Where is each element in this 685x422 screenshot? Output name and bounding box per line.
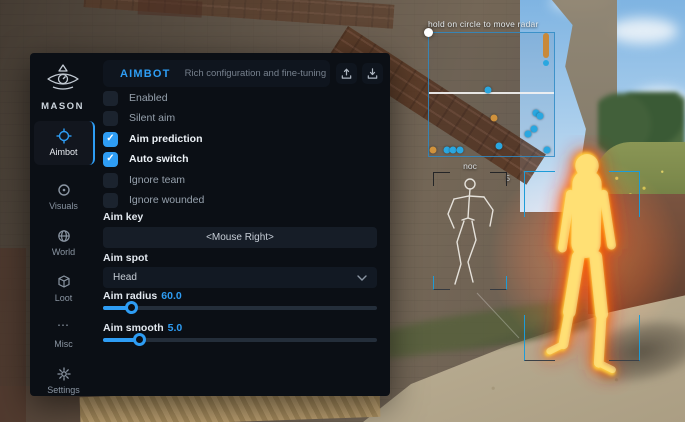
brand-name: MASON [30,101,95,112]
export-config-button[interactable] [336,63,357,84]
aim-key-label: Aim key [103,211,143,223]
slider-track[interactable] [103,338,377,342]
radar-dot [485,87,492,94]
checkbox[interactable]: ✓ [103,193,118,208]
sidebar-item-label: World [52,247,75,257]
download-icon [366,67,379,80]
sidebar-item-label: Loot [55,293,73,303]
checkbox-label: Silent aim [129,112,175,124]
eye-icon [34,182,93,199]
sidebar-item-label: Settings [47,385,80,395]
aim-key-bind-button[interactable]: <Mouse Right> [103,227,377,248]
sidebar-item-visuals[interactable]: Visuals [34,175,93,219]
radar-dot [430,147,437,154]
aim-smooth-label: Aim smooth [103,322,164,334]
aim-radius-slider-group: Aim radius60.0 [103,290,377,320]
esp-corner [524,171,555,217]
checkbox-silent-aim[interactable]: ✓ Silent aim [103,110,175,126]
check-icon: ✓ [106,134,114,144]
import-config-button[interactable] [362,63,383,84]
slider-thumb[interactable] [125,301,138,314]
aim-smooth-slider-group: Aim smooth 5.0 [103,322,377,352]
radar-dot [491,115,498,122]
sidebar-item-label: Misc [54,339,73,349]
checkbox-label: Auto switch [129,153,189,165]
section-title: AIMBOT [120,68,171,80]
checkbox-ignore-team[interactable]: ✓ Ignore team [103,172,185,188]
aim-spot-select[interactable]: Head [103,267,377,288]
radar-dot [531,126,538,133]
checkbox[interactable]: ✓ [103,91,118,106]
slider-thumb[interactable] [133,333,146,346]
checkbox-aim-prediction[interactable]: ✓ Aim prediction [103,131,203,147]
skeleton-bones [433,172,507,290]
esp-player-name: noc [433,161,507,171]
cloud [608,18,678,44]
radar-dots [429,33,554,156]
check-icon: ✓ [106,154,114,164]
sidebar-item-settings[interactable]: Settings [34,359,93,403]
section-subtitle: Rich configuration and fine-tuning [185,68,327,79]
globe-icon [34,228,93,245]
radar-dot [537,113,544,120]
radar-dot [525,131,532,138]
checkbox[interactable]: ✓ [103,132,118,147]
ellipsis-icon: ⋯ [34,320,93,337]
player-esp-box [524,171,640,361]
upload-icon [340,67,353,80]
entity-health-bar [543,33,549,58]
esp-corner [524,315,555,361]
aim-spot-value: Head [113,272,137,283]
checkbox-enabled[interactable]: ✓ Enabled [103,90,168,106]
crosshair-icon [34,128,93,145]
sidebar-item-misc[interactable]: ⋯ Misc [34,313,93,357]
checkbox-label: Aim prediction [129,133,203,145]
aim-radius-value: 60.0 [161,290,181,302]
brand-logo: MASON [30,63,95,112]
aim-spot-label: Aim spot [103,252,148,264]
radar[interactable]: hold on circle to move radar [428,32,555,157]
checkbox[interactable]: ✓ [103,111,118,126]
slider-track[interactable] [103,306,377,310]
sidebar-item-label: Aimbot [49,147,77,157]
checkbox-label: Enabled [129,92,168,104]
radar-dot [496,143,503,150]
checkbox-label: Ignore team [129,174,185,186]
cheat-menu-panel: MASON Aimbot Visuals World [30,53,390,396]
sidebar-item-loot[interactable]: Loot [34,267,93,311]
sidebar-item-label: Visuals [49,201,78,211]
cube-icon [34,274,93,291]
esp-corner [609,171,640,217]
checkbox-label: Ignore wounded [129,194,204,206]
skeleton-esp-box: noc 5 [433,172,507,290]
sidebar-item-world[interactable]: World [34,221,93,265]
entity-dot [543,60,549,66]
gear-icon [34,366,93,383]
checkbox-ignore-wounded[interactable]: ✓ Ignore wounded [103,192,204,208]
radar-hint: hold on circle to move radar [428,19,539,29]
radar-dot [457,147,464,154]
checkbox[interactable]: ✓ [103,152,118,167]
sidebar-item-aimbot[interactable]: Aimbot [34,121,95,165]
radar-dot [450,147,457,154]
chevron-down-icon [357,275,367,281]
radar-dot [544,147,551,154]
brick-patch [0,248,26,422]
checkbox[interactable]: ✓ [103,173,118,188]
section-header: AIMBOT Rich configuration and fine-tunin… [103,60,330,87]
aim-smooth-value: 5.0 [168,322,183,334]
esp-corner [609,315,640,361]
game-scene: noc 5 hold on circle to move radar [0,0,685,422]
checkbox-auto-switch[interactable]: ✓ Auto switch [103,151,189,167]
mason-eye-icon [44,63,82,93]
